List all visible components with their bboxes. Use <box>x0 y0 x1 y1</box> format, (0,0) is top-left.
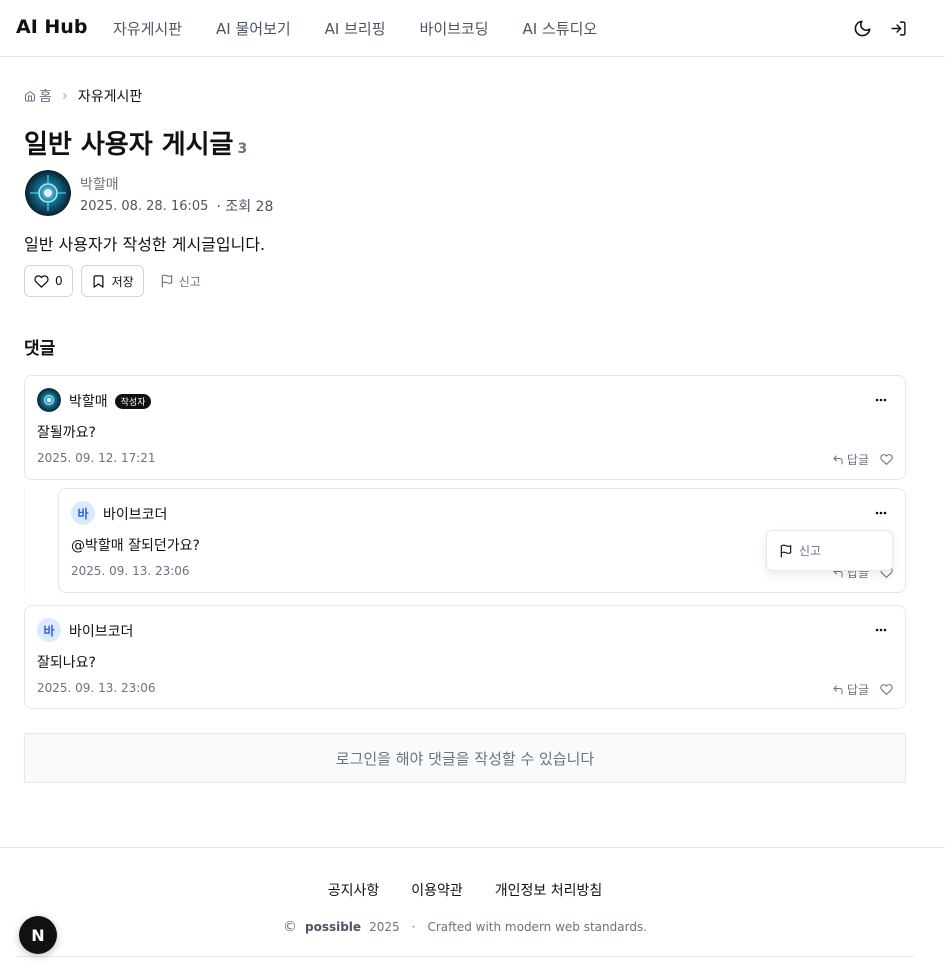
comment-text: @박할매 잘되던가요? <box>71 538 200 554</box>
footer-year: 2025 <box>369 920 400 934</box>
comment-date: 2025. 09. 13. 23:06 <box>37 681 156 695</box>
login-prompt[interactable]: 로그인을 해야 댓글을 작성할 수 있습니다 <box>24 733 906 783</box>
comment-author-name[interactable]: 바이브코더 <box>103 504 167 524</box>
footer-divider <box>0 847 945 848</box>
breadcrumb-current: 자유게시판 <box>77 89 143 105</box>
avatar[interactable] <box>25 170 71 216</box>
site-logo[interactable]: AI Hub <box>16 16 87 38</box>
comment-author-name[interactable]: 바이브코더 <box>69 621 133 641</box>
nav-item-ai-studio[interactable]: AI 스튜디오 <box>506 12 615 45</box>
footer-copyright: © possible 2025 · Crafted with modern we… <box>0 919 930 935</box>
footer-link-notice[interactable]: 공지사항 <box>328 880 380 900</box>
post-author[interactable]: 박할매 <box>80 174 119 194</box>
comment-author: 바이브코더 <box>69 621 133 641</box>
breadcrumb: 홈 자유게시판 <box>24 86 142 106</box>
more-options-icon[interactable] <box>871 390 891 410</box>
save-button[interactable]: 저장 <box>80 265 144 297</box>
comment-card: 박할매 작성자 잘될까요? 2025. 09. 12. 17:21 답글 <box>24 375 906 480</box>
post-meta: 2025. 08. 28. 16:05 · 조회 28 <box>80 196 273 216</box>
avatar[interactable]: 바 <box>37 618 61 642</box>
reply-label: 답글 <box>846 683 869 697</box>
dev-tools-badge[interactable]: N <box>19 916 57 954</box>
post-body: 일반 사용자가 작성한 게시글입니다. <box>24 235 266 254</box>
comment-author: 박할매 작성자 <box>69 391 152 411</box>
footer-separator: · <box>411 920 416 934</box>
moon-icon[interactable] <box>851 17 873 39</box>
post-actions: 0 저장 신고 <box>24 265 209 297</box>
like-count: 0 <box>55 274 63 288</box>
page-title: 일반 사용자 게시글 3 <box>24 124 247 161</box>
author-badge: 작성자 <box>114 393 152 409</box>
footer-tagline: Crafted with modern web standards. <box>427 920 648 934</box>
comment-card: 바 바이브코더 잘되나요? 2025. 09. 13. 23:06 답글 <box>24 605 906 709</box>
post-views: · 조회 28 <box>216 199 274 215</box>
chevron-right-icon <box>60 91 70 101</box>
footer-bottom-divider <box>16 956 914 957</box>
breadcrumb-home[interactable]: 홈 <box>39 86 52 106</box>
avatar[interactable] <box>37 388 61 412</box>
comment-author-name[interactable]: 박할매 <box>69 391 108 411</box>
menu-report-label: 신고 <box>799 544 822 558</box>
heart-icon <box>34 274 49 288</box>
report-button[interactable]: 신고 <box>152 273 209 290</box>
footer-brand: possible <box>304 920 362 934</box>
main-nav: 자유게시판 AI 물어보기 AI 브리핑 바이브코딩 AI 스튜디오 <box>96 0 614 57</box>
comment-text: 잘되나요? <box>37 655 96 671</box>
post-title-text: 일반 사용자 게시글 <box>24 130 234 160</box>
nav-item-ai-briefing[interactable]: AI 브리핑 <box>308 12 403 45</box>
comments-heading: 댓글 <box>24 339 56 359</box>
comment-author: 바이브코더 <box>103 504 167 524</box>
home-icon[interactable] <box>24 90 36 102</box>
post-date: 2025. 08. 28. 16:05 <box>80 198 209 214</box>
flag-icon <box>780 544 792 557</box>
reply-thread-line <box>24 489 25 593</box>
badge-letter: N <box>31 925 45 945</box>
flag-icon <box>161 274 172 288</box>
like-button[interactable]: 0 <box>24 265 73 297</box>
reply-icon <box>833 455 843 464</box>
footer-links: 공지사항 이용약관 개인정보 처리방침 <box>0 880 930 900</box>
reply-label: 답글 <box>846 453 869 467</box>
more-options-icon[interactable] <box>871 620 891 640</box>
reply-button[interactable]: 답글 <box>832 451 869 468</box>
top-header: AI Hub 자유게시판 AI 물어보기 AI 브리핑 바이브코딩 AI 스튜디… <box>0 0 945 57</box>
avatar[interactable]: 바 <box>71 501 95 525</box>
comment-date: 2025. 09. 12. 17:21 <box>37 451 156 465</box>
reply-icon <box>833 685 843 694</box>
heart-icon[interactable] <box>879 682 893 696</box>
bookmark-icon <box>93 274 104 288</box>
save-label: 저장 <box>111 274 134 289</box>
comment-date: 2025. 09. 13. 23:06 <box>71 564 190 578</box>
comment-count: 3 <box>237 141 248 157</box>
footer-link-privacy[interactable]: 개인정보 처리방침 <box>495 880 603 900</box>
login-icon[interactable] <box>887 17 909 39</box>
copyright-symbol: © <box>282 919 297 935</box>
heart-icon[interactable] <box>879 452 893 466</box>
comment-text: 잘될까요? <box>37 425 96 441</box>
nav-item-free-board[interactable]: 자유게시판 <box>96 12 199 45</box>
report-label: 신고 <box>178 274 201 289</box>
reply-button[interactable]: 답글 <box>832 681 869 698</box>
footer-link-terms[interactable]: 이용약관 <box>411 880 463 900</box>
comment-options-menu-report[interactable]: 신고 <box>766 530 893 571</box>
nav-item-ai-ask[interactable]: AI 물어보기 <box>199 12 308 45</box>
more-options-icon[interactable] <box>871 503 891 523</box>
nav-item-vibe-coding[interactable]: 바이브코딩 <box>403 12 506 45</box>
